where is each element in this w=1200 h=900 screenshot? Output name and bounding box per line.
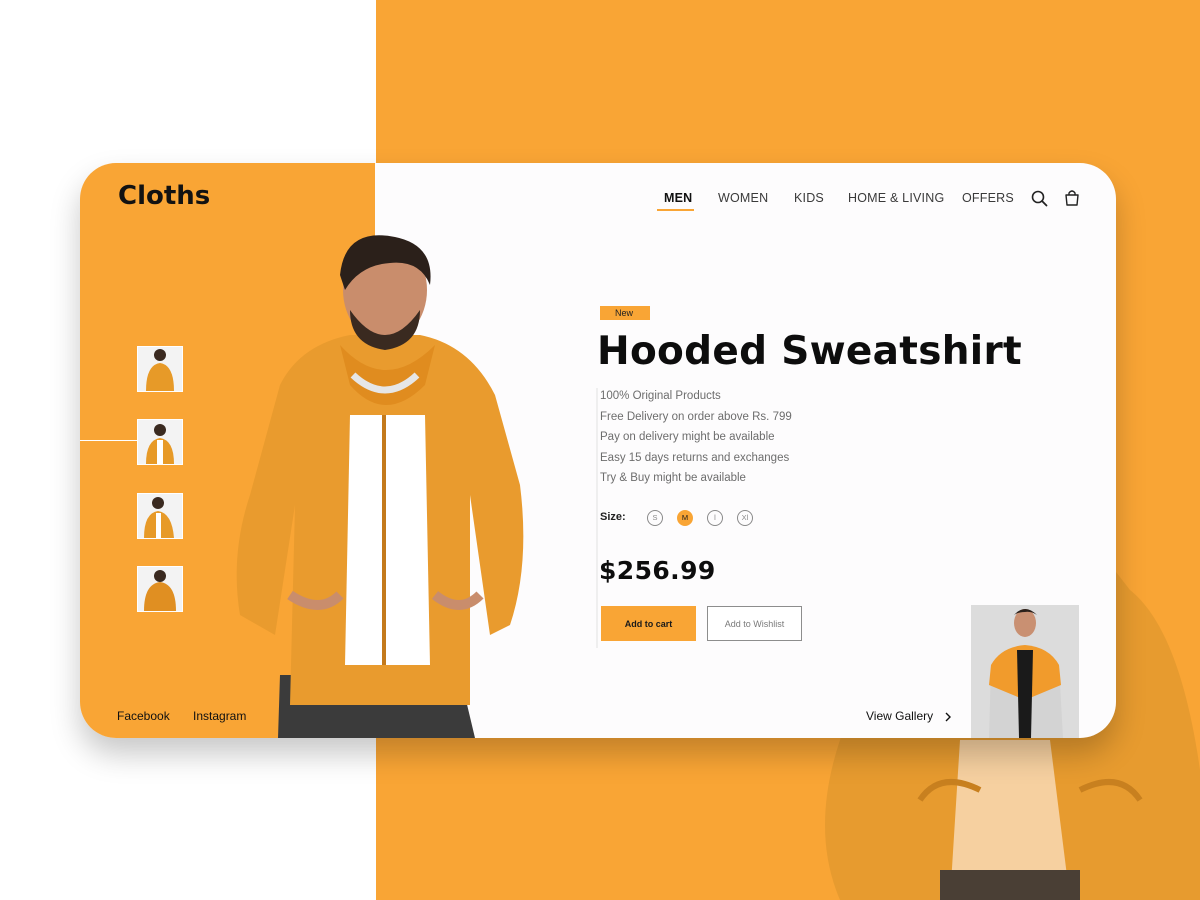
feature-item: Pay on delivery might be available (600, 431, 775, 443)
brand-logo[interactable]: Cloths (118, 181, 210, 211)
product-thumbnail-3[interactable] (137, 493, 183, 539)
view-gallery-link[interactable]: View Gallery (866, 709, 952, 723)
size-option-l[interactable]: l (707, 510, 723, 526)
nav-active-indicator (657, 209, 694, 211)
product-model-image (236, 235, 524, 738)
product-card: Cloths MEN WOMEN KIDS HOME & LIVING OFFE… (80, 163, 1116, 738)
shopping-bag-icon[interactable] (1062, 188, 1082, 208)
product-thumbnail-2[interactable] (137, 419, 183, 465)
add-to-wishlist-button[interactable]: Add to Wishlist (707, 606, 802, 641)
product-thumbnail-1[interactable] (137, 346, 183, 392)
search-icon[interactable] (1030, 189, 1050, 209)
feature-item: Try & Buy might be available (600, 472, 746, 484)
view-gallery-label: View Gallery (866, 709, 934, 723)
nav-item-men[interactable]: MEN (664, 191, 692, 205)
size-label: Size: (600, 511, 626, 523)
new-badge: New (600, 306, 650, 320)
product-price: $256.99 (599, 556, 716, 585)
nav-item-kids[interactable]: KIDS (794, 191, 824, 205)
nav-item-women[interactable]: WOMEN (718, 191, 768, 205)
feature-item: 100% Original Products (600, 390, 721, 402)
size-option-m[interactable]: M (677, 510, 693, 526)
chevron-right-icon (945, 712, 952, 722)
add-to-cart-button[interactable]: Add to cart (601, 606, 696, 641)
size-option-s[interactable]: S (647, 510, 663, 526)
gallery-preview-image[interactable] (971, 605, 1079, 738)
nav-item-home-living[interactable]: HOME & LIVING (848, 191, 944, 205)
product-thumbnail-4[interactable] (137, 566, 183, 612)
facebook-link[interactable]: Facebook (117, 709, 170, 723)
product-features-list: 100% Original Products Free Delivery on … (600, 388, 792, 491)
feature-item: Free Delivery on order above Rs. 799 (600, 410, 792, 423)
nav-item-offers[interactable]: OFFERS (962, 191, 1014, 205)
product-title: Hooded Sweatshirt (597, 329, 1022, 374)
details-divider (596, 388, 598, 648)
thumbnail-active-line (80, 440, 138, 441)
feature-item: Easy 15 days returns and exchanges (600, 451, 790, 464)
size-option-xl[interactable]: Xl (737, 510, 753, 526)
